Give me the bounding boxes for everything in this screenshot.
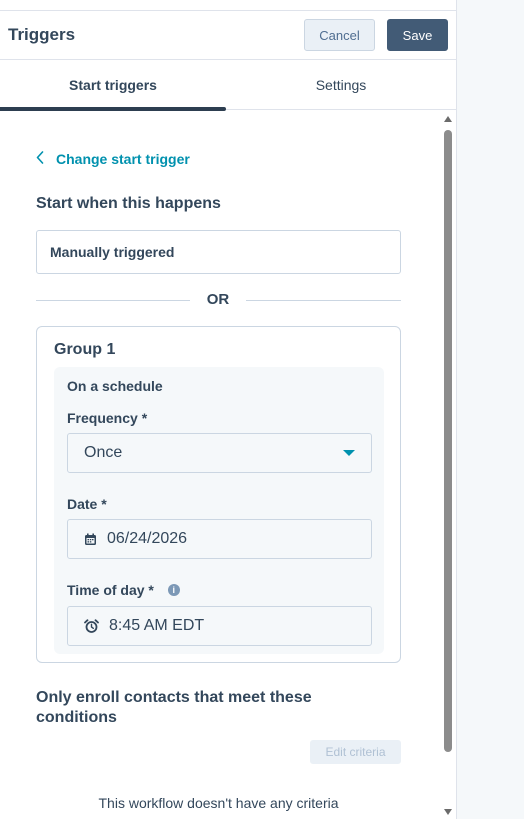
- frequency-label: Frequency *: [67, 410, 148, 426]
- top-border: [0, 0, 456, 11]
- caret-down-icon: [343, 450, 355, 456]
- date-value: 06/24/2026: [107, 530, 188, 547]
- or-divider-right: [246, 300, 401, 301]
- scrollbar[interactable]: [441, 112, 455, 819]
- tab-start-triggers[interactable]: Start triggers: [0, 60, 226, 109]
- info-icon[interactable]: i: [167, 584, 180, 597]
- frequency-value: Once: [84, 444, 123, 461]
- manual-trigger-card[interactable]: Manually triggered: [36, 230, 401, 274]
- or-divider-label: OR: [206, 291, 230, 308]
- time-of-day-label: Time of day * i: [67, 582, 180, 598]
- tab-bar: Start triggers Settings: [0, 60, 456, 111]
- time-of-day-input[interactable]: 8:45 AM EDT: [67, 606, 372, 646]
- frequency-select[interactable]: Once: [67, 433, 372, 473]
- schedule-title: On a schedule: [67, 378, 163, 394]
- active-tab-indicator: [0, 107, 226, 111]
- start-section-title: Start when this happens: [36, 195, 221, 212]
- group-title: Group 1: [54, 341, 116, 358]
- panel-title: Triggers: [8, 25, 76, 44]
- alarm-clock-icon: [84, 618, 99, 634]
- or-divider-left: [36, 300, 190, 301]
- time-of-day-value: 8:45 AM EDT: [109, 617, 205, 634]
- time-of-day-label-text: Time of day *: [67, 582, 154, 598]
- triggers-panel: Triggers Cancel Save Start triggers Sett…: [0, 0, 457, 819]
- schedule-box: On a schedule Frequency * Once Date * 06…: [54, 367, 384, 654]
- cancel-button[interactable]: Cancel: [304, 19, 375, 51]
- save-button[interactable]: Save: [387, 19, 448, 51]
- date-input[interactable]: 06/24/2026: [67, 519, 372, 559]
- tab-settings[interactable]: Settings: [226, 60, 456, 109]
- scrollbar-thumb[interactable]: [444, 130, 452, 752]
- date-label: Date *: [67, 496, 107, 512]
- calendar-icon: [84, 533, 97, 546]
- no-criteria-message: This workflow doesn't have any criteria: [98, 795, 339, 811]
- edit-criteria-button[interactable]: Edit criteria: [310, 740, 401, 764]
- enrollment-conditions-title: Only enroll contacts that meet these con…: [36, 689, 312, 726]
- chevron-left-icon: [36, 151, 56, 167]
- change-start-trigger-link[interactable]: Change start trigger: [36, 151, 190, 167]
- scroll-up-arrow-icon[interactable]: [444, 116, 452, 122]
- change-start-trigger-label: Change start trigger: [56, 151, 190, 167]
- scroll-down-arrow-icon[interactable]: [444, 809, 452, 815]
- panel-header: Triggers Cancel Save: [0, 11, 456, 60]
- group-card: Group 1 On a schedule Frequency * Once D…: [36, 326, 401, 663]
